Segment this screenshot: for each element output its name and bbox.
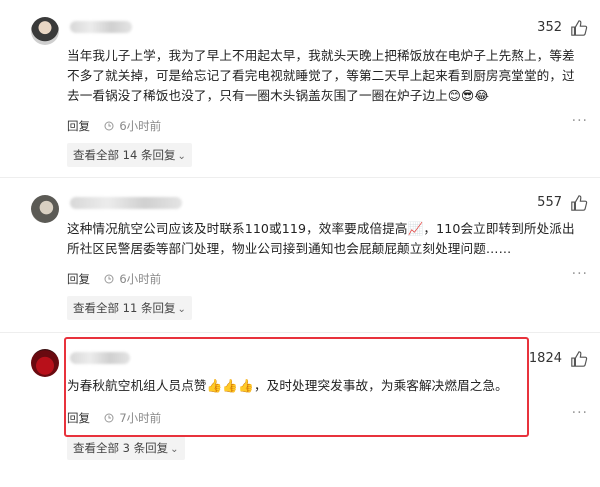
reply-button[interactable]: 回复 — [67, 272, 90, 286]
like-count: 352 — [537, 20, 562, 35]
comment-meta: 回复 6小时前 — [67, 271, 161, 287]
more-dots-icon[interactable]: ··· — [572, 405, 588, 421]
username-blurred[interactable] — [70, 21, 132, 33]
like-count: 557 — [537, 195, 562, 210]
clock-icon — [104, 274, 114, 284]
chevron-down-icon: ⌄ — [170, 444, 179, 455]
chevron-down-icon: ⌄ — [177, 151, 186, 162]
comment-text: 当年我儿子上学，我为了早上不用起太早，我就头天晚上把稀饭放在电炉子上先熬上，等差… — [67, 48, 575, 103]
view-all-label: 查看全部 3 条回复 — [73, 441, 169, 455]
thumb-up-icon[interactable] — [570, 194, 588, 212]
view-all-label: 查看全部 14 条回复 — [73, 148, 176, 162]
more-dots-icon[interactable]: ··· — [572, 266, 588, 282]
reply-button[interactable]: 回复 — [67, 119, 90, 133]
chevron-down-icon: ⌄ — [177, 304, 186, 315]
avatar[interactable] — [31, 349, 59, 377]
view-all-label: 查看全部 11 条回复 — [73, 301, 176, 315]
thumb-up-icon[interactable] — [570, 350, 588, 368]
highlight-box — [64, 337, 529, 437]
view-all-replies-button[interactable]: 查看全部 14 条回复 ⌄ — [67, 143, 192, 167]
more-dots-icon[interactable]: ··· — [572, 113, 588, 129]
divider — [0, 177, 600, 178]
timestamp: 6小时前 — [119, 272, 162, 286]
timestamp: 6小时前 — [119, 119, 162, 133]
view-all-replies-button[interactable]: 查看全部 3 条回复 ⌄ — [67, 436, 185, 460]
avatar[interactable] — [31, 195, 59, 223]
username-blurred[interactable] — [70, 197, 182, 209]
comment-text: 这种情况航空公司应该及时联系110或119，效率要成倍提高📈，110会立即转到所… — [67, 221, 575, 256]
avatar[interactable] — [31, 17, 59, 45]
divider — [0, 332, 600, 333]
clock-icon — [104, 121, 114, 131]
thumb-up-icon[interactable] — [570, 19, 588, 37]
view-all-replies-button[interactable]: 查看全部 11 条回复 ⌄ — [67, 296, 192, 320]
comment-meta: 回复 6小时前 — [67, 118, 161, 134]
like-count: 1824 — [528, 351, 562, 366]
